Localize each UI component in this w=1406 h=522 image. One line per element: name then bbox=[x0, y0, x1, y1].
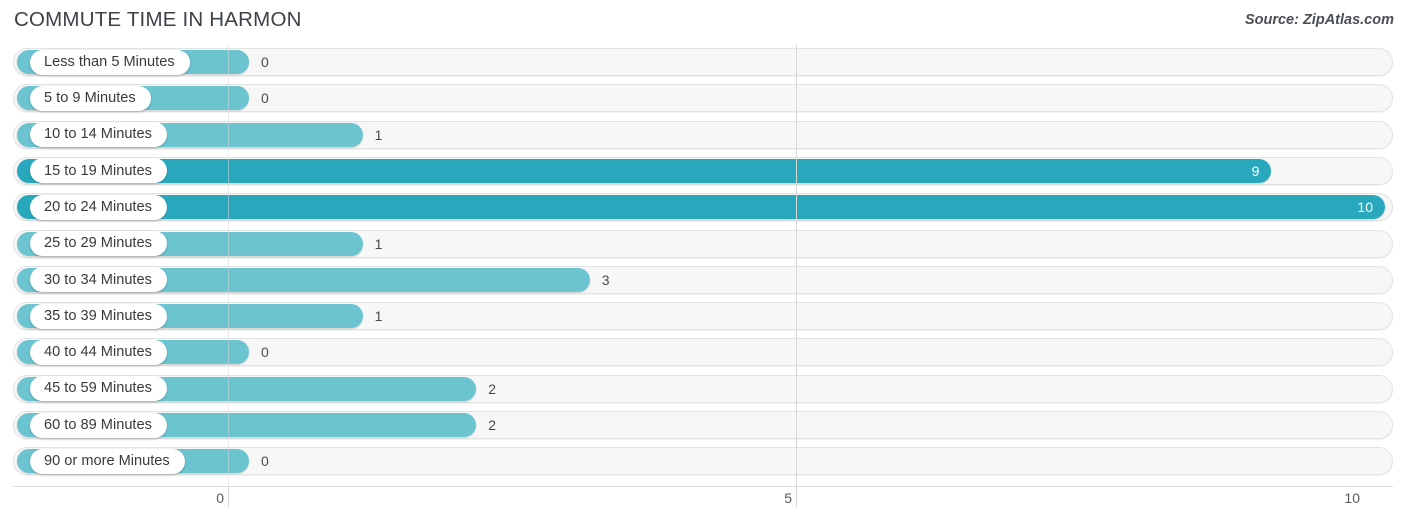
table-row[interactable]: Less than 5 Minutes 0 bbox=[0, 46, 1406, 82]
bar-value-label: 0 bbox=[261, 453, 269, 470]
table-row[interactable]: 15 to 19 Minutes 9 bbox=[0, 155, 1406, 191]
category-label: 35 to 39 Minutes bbox=[44, 307, 152, 324]
category-label-pill[interactable]: 90 or more Minutes bbox=[30, 448, 185, 474]
category-label-pill[interactable]: 10 to 14 Minutes bbox=[30, 122, 167, 148]
page-title: COMMUTE TIME IN HARMON bbox=[14, 8, 302, 31]
category-label-pill[interactable]: 40 to 44 Minutes bbox=[30, 339, 167, 365]
category-label-pill[interactable]: 5 to 9 Minutes bbox=[30, 85, 151, 111]
category-label: 30 to 34 Minutes bbox=[44, 271, 152, 288]
value-bar[interactable] bbox=[17, 158, 1272, 183]
category-label: 90 or more Minutes bbox=[44, 453, 170, 469]
bar-value-label: 0 bbox=[261, 54, 269, 70]
category-label: 60 to 89 Minutes bbox=[44, 416, 152, 433]
category-label: 10 to 14 Minutes bbox=[44, 126, 152, 143]
bar-value-label: 1 bbox=[374, 235, 383, 252]
category-label: 5 to 9 Minutes bbox=[44, 90, 136, 106]
bar-value-label: 2 bbox=[488, 417, 496, 433]
category-label: 45 to 59 Minutes bbox=[44, 380, 152, 397]
category-label-pill[interactable]: 30 to 34 Minutes bbox=[30, 267, 167, 293]
axis-tick-label: 0 bbox=[216, 490, 224, 506]
table-row[interactable]: 40 to 44 Minutes 0 bbox=[0, 336, 1406, 372]
bar-value-label: 2 bbox=[488, 380, 496, 397]
table-row[interactable]: 90 or more Minutes 0 bbox=[0, 445, 1406, 481]
axis-tick bbox=[228, 486, 229, 508]
table-row[interactable]: 10 to 14 Minutes 1 bbox=[0, 119, 1406, 155]
category-label-pill[interactable]: 45 to 59 Minutes bbox=[30, 376, 167, 402]
axis-tick bbox=[796, 486, 797, 508]
bar-value-label: 0 bbox=[261, 90, 269, 107]
table-row[interactable]: 20 to 24 Minutes 10 bbox=[0, 191, 1406, 227]
table-row[interactable]: 30 to 34 Minutes 3 bbox=[0, 264, 1406, 300]
category-label: 25 to 29 Minutes bbox=[44, 235, 152, 252]
value-bar[interactable] bbox=[17, 195, 1385, 220]
chart-header: COMMUTE TIME IN HARMON Source: ZipAtlas.… bbox=[0, 0, 1406, 44]
category-label: Less than 5 Minutes bbox=[44, 53, 175, 70]
x-axis: 0 5 10 bbox=[0, 486, 1406, 522]
category-label-pill[interactable]: Less than 5 Minutes bbox=[30, 49, 190, 75]
category-label: 15 to 19 Minutes bbox=[44, 162, 152, 179]
source-attribution: Source: ZipAtlas.com bbox=[1244, 12, 1394, 28]
bar-value-label: 9 bbox=[1251, 162, 1260, 179]
axis-tick-label: 5 bbox=[784, 490, 792, 506]
category-label: 20 to 24 Minutes bbox=[44, 198, 152, 215]
bar-value-label: 1 bbox=[374, 126, 383, 143]
bar-value-label: 3 bbox=[601, 271, 610, 288]
category-label-pill[interactable]: 60 to 89 Minutes bbox=[30, 412, 167, 438]
chart-plot-area: Less than 5 Minutes 0 5 to 9 Minutes 0 10 to… bbox=[0, 44, 1406, 486]
table-row[interactable]: 5 to 9 Minutes 0 bbox=[0, 82, 1406, 118]
table-row[interactable]: 60 to 89 Minutes 2 bbox=[0, 409, 1406, 445]
bar-value-label: 10 bbox=[1357, 199, 1373, 216]
table-row[interactable]: 45 to 59 Minutes 2 bbox=[0, 373, 1406, 409]
category-label-pill[interactable]: 25 to 29 Minutes bbox=[30, 231, 167, 256]
category-label-pill[interactable]: 20 to 24 Minutes bbox=[30, 194, 167, 220]
category-label-pill[interactable]: 35 to 39 Minutes bbox=[30, 303, 167, 329]
bar-value-label: 0 bbox=[261, 344, 269, 361]
category-label: 40 to 44 Minutes bbox=[44, 344, 152, 361]
category-label-pill[interactable]: 15 to 19 Minutes bbox=[30, 158, 167, 184]
axis-tick-label: 10 bbox=[1344, 490, 1360, 506]
table-row[interactable]: 25 to 29 Minutes 1 bbox=[0, 228, 1406, 264]
x-axis-rule bbox=[13, 486, 1393, 487]
table-row[interactable]: 35 to 39 Minutes 1 bbox=[0, 300, 1406, 336]
bar-value-label: 1 bbox=[374, 308, 383, 325]
